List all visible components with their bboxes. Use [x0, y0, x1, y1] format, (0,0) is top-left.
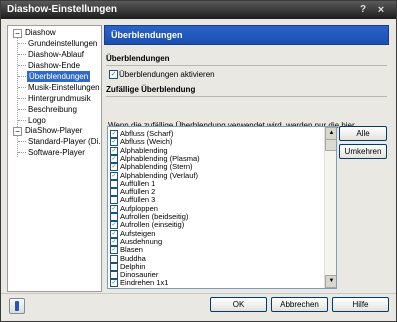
settings-tree: − Diashow Grundeinstellungen Diashow-Abl…	[7, 25, 102, 292]
transition-checkbox[interactable]: ✓	[110, 154, 118, 163]
invert-button[interactable]: Umkehren	[339, 144, 387, 159]
scroll-down-icon[interactable]: ▼	[325, 275, 336, 288]
tree-branch	[18, 76, 26, 77]
tree-branch	[18, 152, 26, 153]
transition-checkbox[interactable]: ✓	[110, 163, 118, 172]
tree-item-diashow-ende[interactable]: Diashow-Ende	[28, 60, 80, 71]
transition-checkbox[interactable]: ✓	[110, 130, 118, 138]
expand-collapse-icon[interactable]: −	[13, 127, 22, 136]
tree-item-hintergrundmusik[interactable]: Hintergrundmusik	[28, 93, 91, 104]
enable-transitions-label[interactable]: Überblendungen aktivieren	[119, 70, 215, 79]
tree-branch	[18, 54, 26, 55]
cancel-button[interactable]: Abbrechen	[271, 297, 328, 312]
transition-checkbox[interactable]: ✓	[110, 204, 118, 213]
tree-branch	[18, 98, 26, 99]
select-all-button[interactable]: Alle	[339, 126, 387, 141]
tree-item-beschreibung[interactable]: Beschreibung	[28, 104, 77, 115]
tree-item-musik-einstellungen[interactable]: Musik-Einstellungen	[28, 82, 100, 93]
transition-checkbox[interactable]	[110, 262, 118, 271]
list-scrollbar[interactable]: ▲ ▼	[324, 127, 336, 288]
tree-item-ueberblendungen[interactable]: Überblendungen	[27, 71, 91, 82]
transition-checkbox[interactable]	[110, 271, 118, 280]
transition-checkbox[interactable]	[110, 188, 118, 197]
tree-node-diashow[interactable]: Diashow	[25, 27, 56, 38]
tree-branch	[18, 65, 26, 66]
transition-checkbox[interactable]: ✓	[110, 229, 118, 238]
tree-branch	[18, 87, 26, 88]
help-icon[interactable]: ?	[356, 3, 370, 17]
section-title-ueberblendungen: Überblendungen	[106, 54, 170, 63]
scroll-thumb[interactable]	[325, 139, 336, 151]
window-title: Diashow-Einstellungen	[7, 4, 118, 15]
tree-item-standard-player[interactable]: Standard-Player (Di...	[28, 136, 101, 147]
tree-branch	[18, 120, 26, 121]
tree-item-diashow-ablauf[interactable]: Diashow-Ablauf	[28, 49, 84, 60]
transition-checkbox[interactable]: ✓	[110, 171, 118, 180]
settings-panel: Überblendungen Überblendungen ✓ Überblen…	[104, 25, 389, 291]
panel-title: Überblendungen	[111, 30, 183, 40]
help-button[interactable]: Hilfe	[332, 297, 389, 312]
tree-item-grundeinstellungen[interactable]: Grundeinstellungen	[28, 38, 97, 49]
settings-dialog: Diashow-Einstellungen ? × − Diashow Grun…	[0, 0, 397, 322]
footer-divider	[1, 293, 396, 294]
section-divider	[106, 96, 387, 97]
transition-checkbox[interactable]	[110, 196, 118, 205]
ok-button[interactable]: OK	[210, 297, 267, 312]
section-divider	[106, 65, 387, 66]
expand-collapse-icon[interactable]: −	[13, 29, 22, 38]
list-item[interactable]: ✓ Eindrehen 1x1	[110, 278, 320, 288]
tree-branch	[18, 109, 26, 110]
tree-item-software-player[interactable]: Software-Player	[28, 147, 85, 158]
transition-checkbox[interactable]: ✓	[110, 146, 118, 155]
enable-transitions-checkbox[interactable]: ✓	[109, 70, 118, 79]
transition-checkbox[interactable]: ✓	[110, 279, 118, 288]
transition-checkbox[interactable]: ✓	[110, 221, 118, 230]
transition-checkbox[interactable]	[110, 213, 118, 221]
transition-checkbox[interactable]	[110, 254, 118, 263]
title-bar[interactable]: Diashow-Einstellungen ? ×	[1, 1, 396, 19]
transition-label: Eindrehen 1x1	[120, 278, 169, 288]
panel-header: Überblendungen	[104, 25, 389, 45]
transition-checkbox[interactable]: ✓	[110, 138, 118, 147]
close-icon[interactable]: ×	[374, 3, 388, 17]
tree-branch	[18, 141, 26, 142]
info-icon[interactable]	[9, 298, 25, 314]
transition-checkbox[interactable]: ✓	[110, 246, 118, 255]
section-title-random: Zufällige Überblendung	[106, 85, 196, 94]
tree-branch	[18, 43, 26, 44]
transition-checkbox[interactable]: ✓	[110, 237, 118, 246]
transitions-list[interactable]: ✓ Abfluss (Scharf) ✓ Abfluss (Weich) ✓ Alphab…	[107, 126, 337, 289]
tree-node-diashow-player[interactable]: DiaShow-Player	[25, 125, 82, 136]
transition-checkbox[interactable]	[110, 179, 118, 188]
